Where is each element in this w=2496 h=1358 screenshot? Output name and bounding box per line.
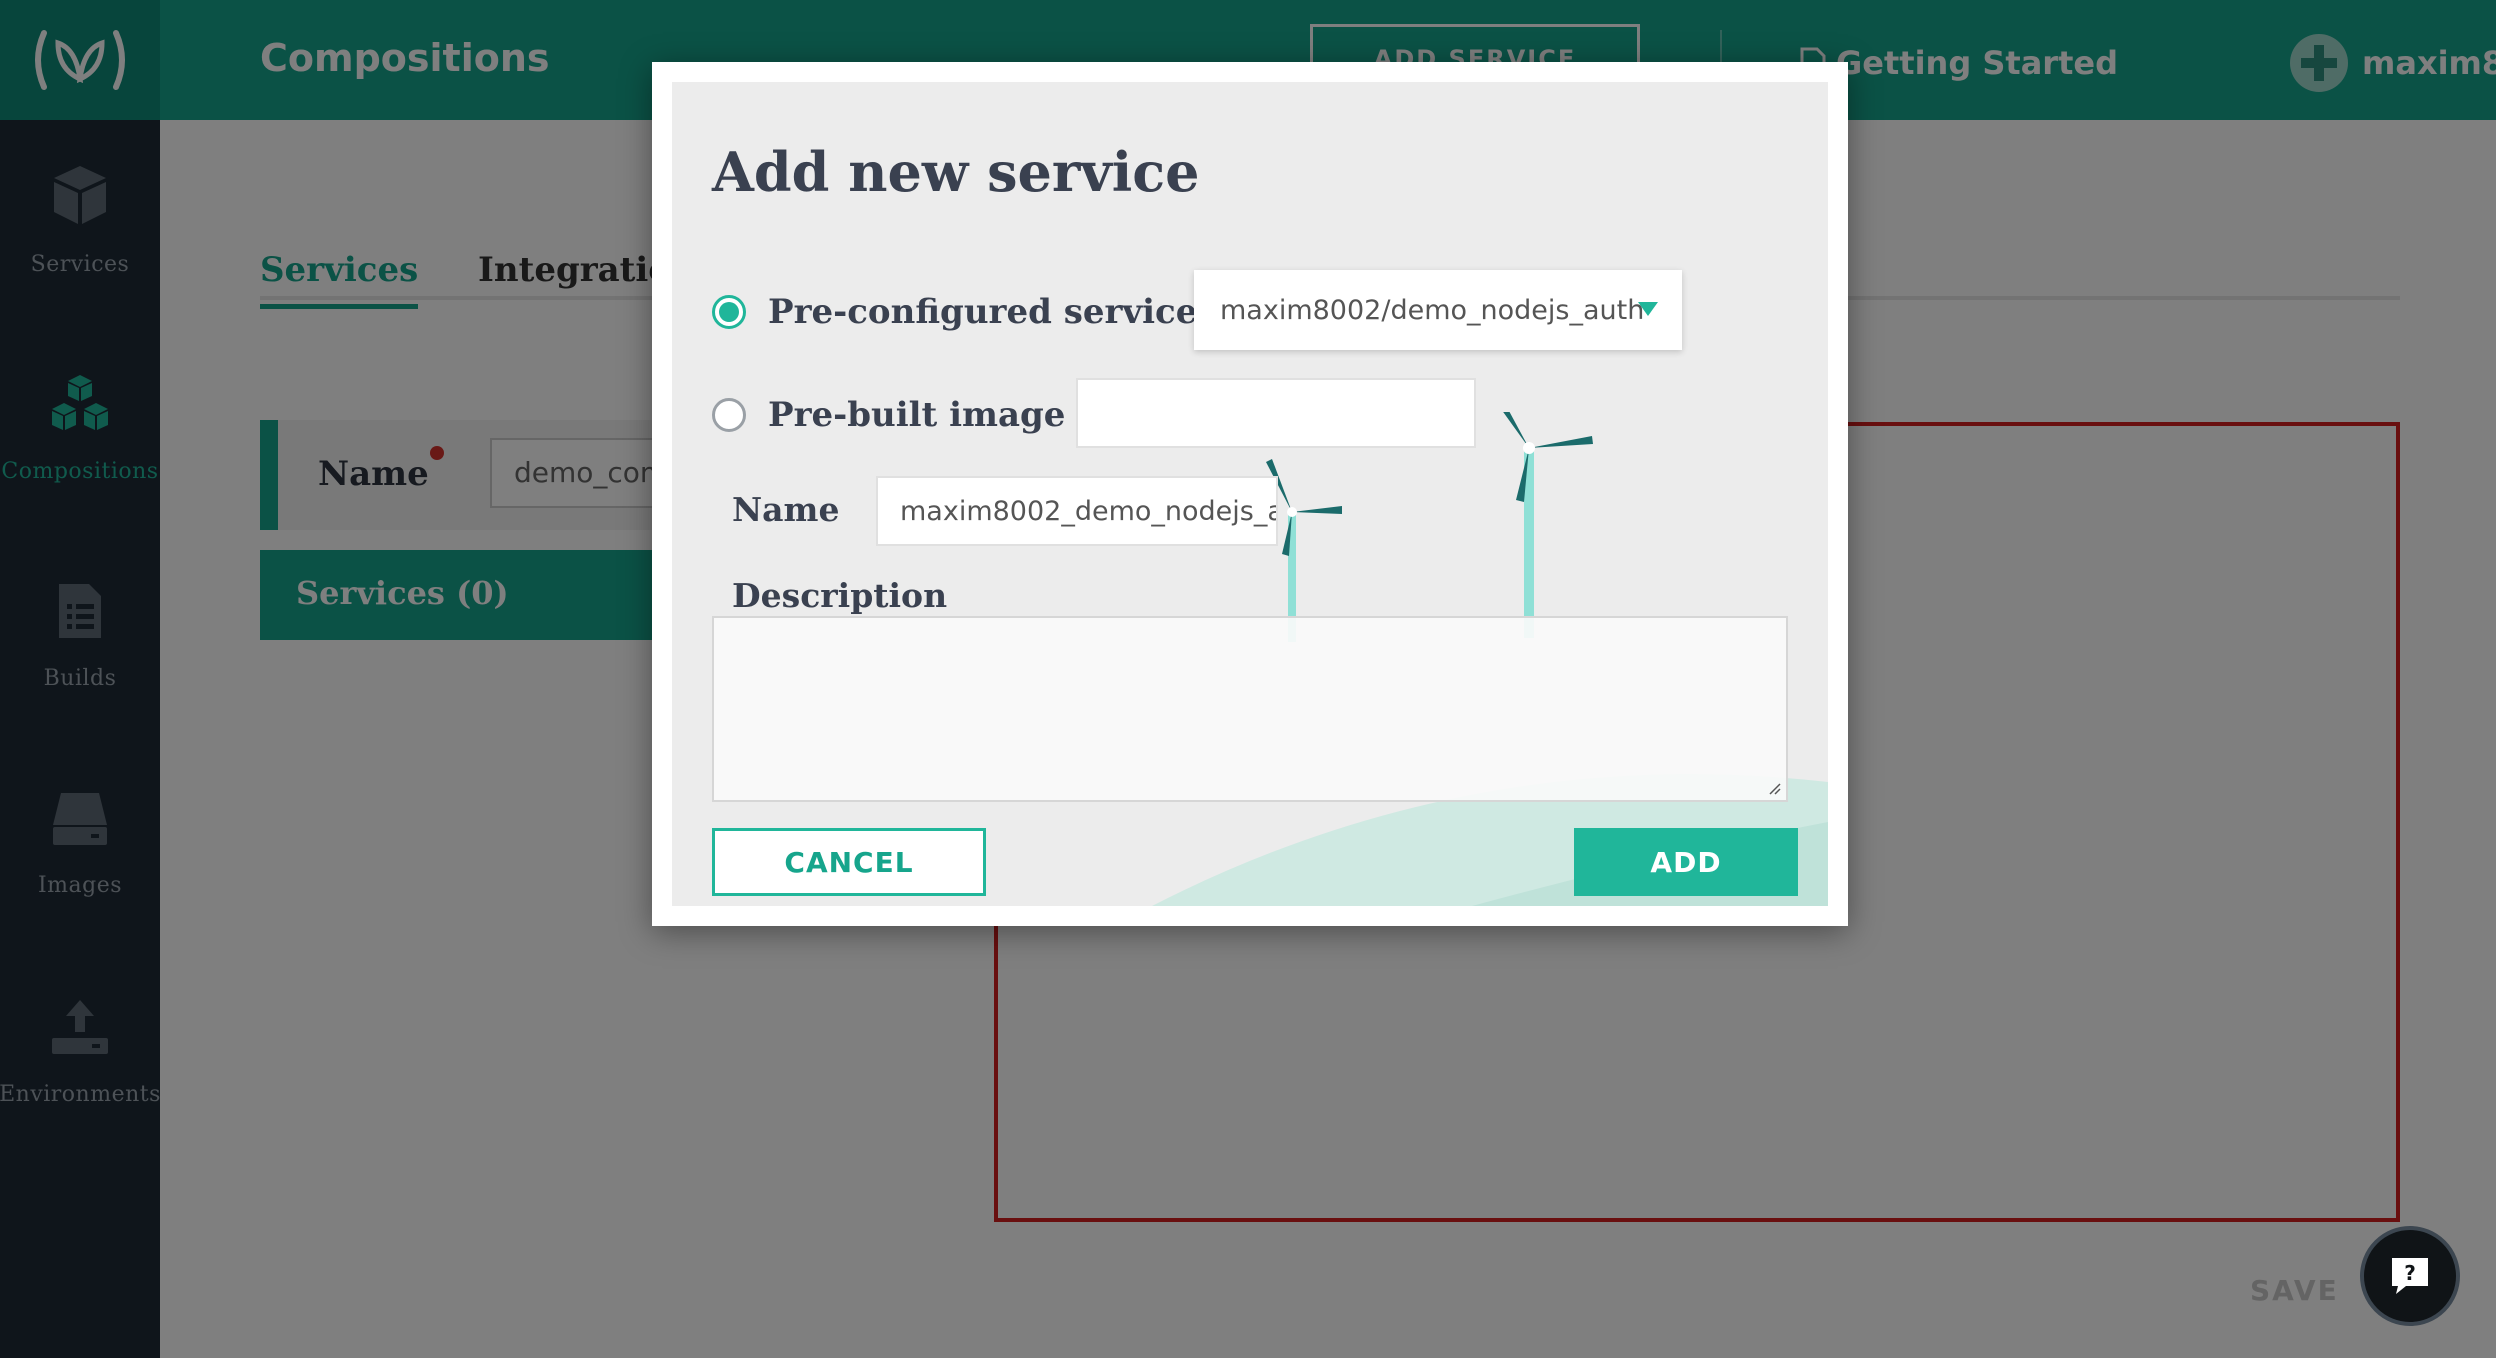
dropdown-caret-icon — [1638, 302, 1658, 316]
description-textarea[interactable] — [712, 616, 1788, 802]
prebuilt-radio[interactable] — [712, 398, 746, 432]
cancel-label: CANCEL — [784, 845, 914, 879]
add-label: ADD — [1650, 845, 1722, 879]
add-button[interactable]: ADD — [1574, 828, 1798, 896]
option-preconfigured[interactable]: Pre-configured service — [712, 292, 1197, 332]
resize-grip-icon[interactable] — [1768, 782, 1782, 796]
service-name-label: Name — [732, 490, 840, 529]
modal-title: Add new service — [712, 140, 1200, 204]
help-chat-icon: ? — [2392, 1258, 2428, 1294]
preconfigured-radio[interactable] — [712, 295, 746, 329]
prebuilt-image-input[interactable] — [1076, 378, 1476, 448]
add-service-modal: Add new service Pre-configured service m… — [652, 62, 1848, 926]
svg-text:?: ? — [2404, 1261, 2416, 1285]
preconfigured-service-select[interactable]: maxim8002/demo_nodejs_auth — [1194, 270, 1682, 350]
preconfigured-label: Pre-configured service — [768, 292, 1198, 332]
preconfigured-selected-value: maxim8002/demo_nodejs_auth — [1220, 294, 1645, 326]
option-prebuilt[interactable]: Pre-built image — [712, 395, 1065, 435]
cancel-button[interactable]: CANCEL — [712, 828, 986, 896]
modal-body: Add new service Pre-configured service m… — [672, 82, 1828, 906]
service-name-input[interactable]: maxim8002_demo_nodejs_auth — [876, 476, 1278, 546]
help-chat-button[interactable]: ? — [2360, 1226, 2460, 1326]
prebuilt-label: Pre-built image — [768, 395, 1066, 435]
description-label: Description — [732, 576, 948, 615]
